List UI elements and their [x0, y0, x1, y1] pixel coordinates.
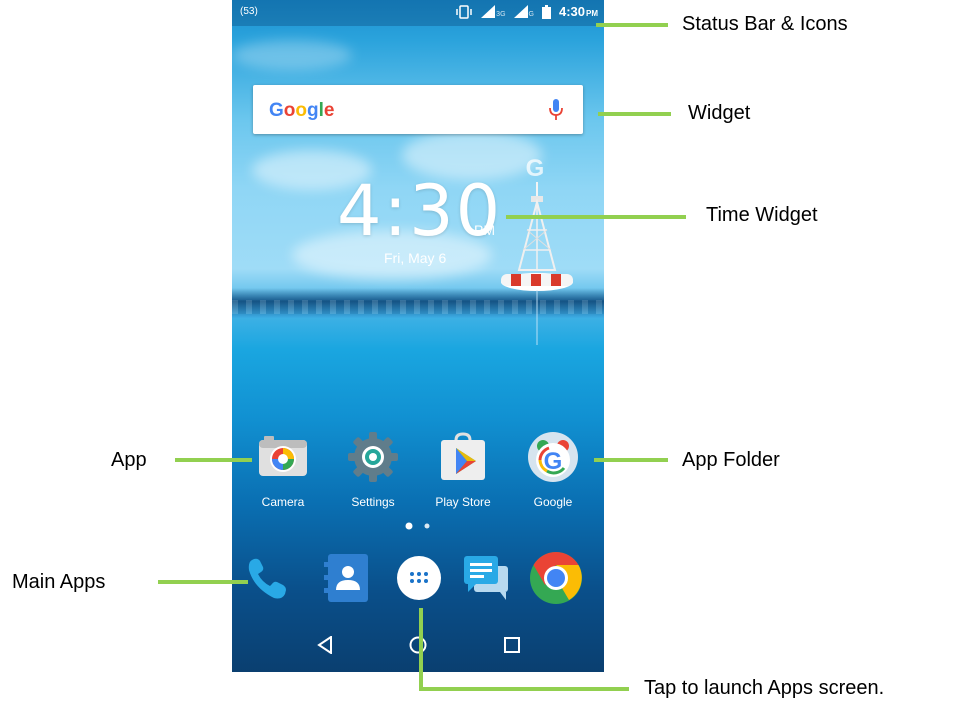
callout-app: App	[111, 449, 147, 471]
messages-icon[interactable]	[458, 550, 514, 606]
network-type-g: G	[528, 11, 534, 18]
wallpaper-g-logo: G	[526, 155, 545, 182]
signal-icon	[481, 5, 496, 18]
callout-line	[506, 215, 686, 219]
page-dot-active	[405, 522, 413, 530]
clock-ampm: PM	[474, 222, 495, 238]
callout-main-apps: Main Apps	[12, 571, 106, 593]
vibrate-icon	[456, 4, 472, 19]
cloud	[232, 40, 352, 70]
clock-date[interactable]: Fri, May 6	[384, 250, 446, 266]
page-indicator	[405, 522, 430, 530]
buoy-illustration: G	[501, 155, 573, 345]
callout-line	[594, 458, 668, 462]
callout-line	[158, 580, 248, 584]
google-folder-icon: G	[526, 430, 580, 484]
google-logo: Google	[269, 100, 335, 121]
callout-line	[175, 458, 252, 462]
phone-icon[interactable]	[240, 550, 296, 606]
status-time: 4:30PM	[559, 4, 598, 19]
app-settings[interactable]: Settings	[338, 430, 408, 509]
phone-screen: G (53) 3G G 4:30PM Google 4:30 PM Fri, M…	[232, 0, 604, 672]
callout-app-folder: App Folder	[682, 449, 780, 471]
app-folder-google[interactable]: G Google	[518, 430, 588, 509]
battery-icon	[541, 4, 551, 19]
app-play-store[interactable]: Play Store	[428, 430, 498, 509]
signal-icon	[513, 5, 528, 18]
page-dot	[424, 523, 430, 529]
camera-icon	[256, 430, 310, 484]
callout-time-widget: Time Widget	[706, 204, 818, 226]
status-bar: (53) 3G G 4:30PM	[232, 0, 604, 26]
callout-widget: Widget	[688, 102, 751, 124]
play-store-icon	[436, 430, 490, 484]
chrome-icon[interactable]	[528, 550, 584, 606]
settings-gear-icon	[346, 430, 400, 484]
callout-line	[596, 23, 668, 27]
app-label: Camera	[261, 495, 305, 509]
contacts-icon[interactable]	[322, 550, 378, 606]
callout-launch-apps: Tap to launch Apps screen.	[644, 677, 885, 699]
network-type-3g: 3G	[496, 11, 506, 18]
callout-status-bar: Status Bar & Icons	[682, 13, 848, 35]
callout-line	[598, 112, 671, 116]
google-search-widget[interactable]: Google	[253, 85, 583, 134]
recents-icon[interactable]	[504, 637, 520, 653]
back-icon[interactable]	[317, 636, 333, 654]
microphone-icon[interactable]	[549, 99, 563, 121]
app-label: Play Store	[435, 495, 491, 509]
app-label: Google	[533, 495, 573, 509]
home-icon[interactable]	[409, 636, 427, 654]
callout-line	[419, 608, 423, 691]
app-drawer-icon[interactable]	[391, 550, 447, 606]
notification-badge: (53)	[240, 6, 258, 17]
navigation-bar	[232, 616, 604, 672]
app-camera[interactable]: Camera	[248, 430, 318, 509]
app-label: Settings	[351, 495, 395, 509]
callout-line	[419, 687, 629, 691]
status-time-value: 4:30	[558, 4, 585, 19]
status-time-ampm: PM	[586, 9, 598, 18]
